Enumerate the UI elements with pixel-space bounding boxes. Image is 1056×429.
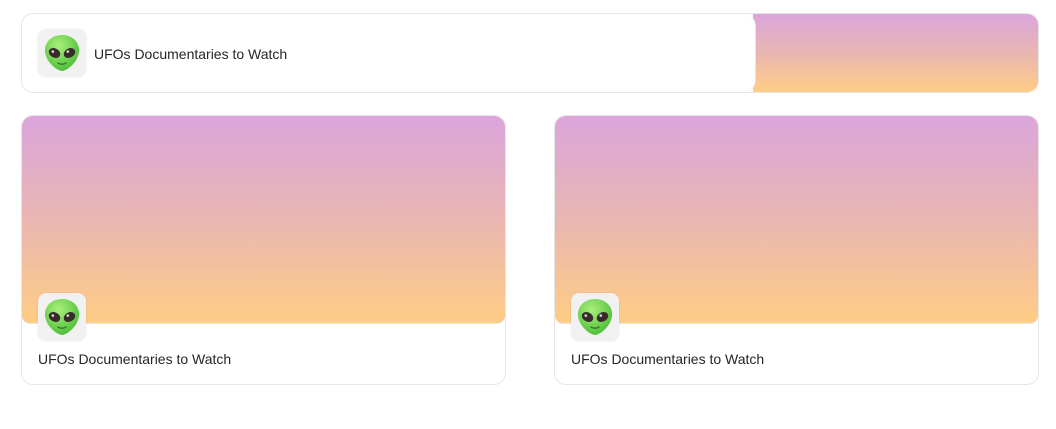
cover-gradient: [22, 116, 505, 324]
card-title: UFOs Documentaries to Watch: [38, 351, 232, 367]
alien-icon: [571, 293, 619, 341]
cover-gradient: [555, 116, 1038, 324]
card-title: UFOs Documentaries to Watch: [94, 46, 288, 62]
collection-card[interactable]: UFOs Documentaries to Watch: [554, 115, 1039, 385]
alien-icon: [38, 293, 86, 341]
alien-icon: [38, 29, 86, 77]
card-body: UFOs Documentaries to Watch: [22, 14, 756, 92]
collection-card[interactable]: UFOs Documentaries to Watch: [21, 115, 506, 385]
collection-card-horizontal[interactable]: UFOs Documentaries to Watch: [21, 13, 1039, 93]
card-title: UFOs Documentaries to Watch: [571, 351, 765, 367]
cover-gradient: [753, 14, 1038, 92]
